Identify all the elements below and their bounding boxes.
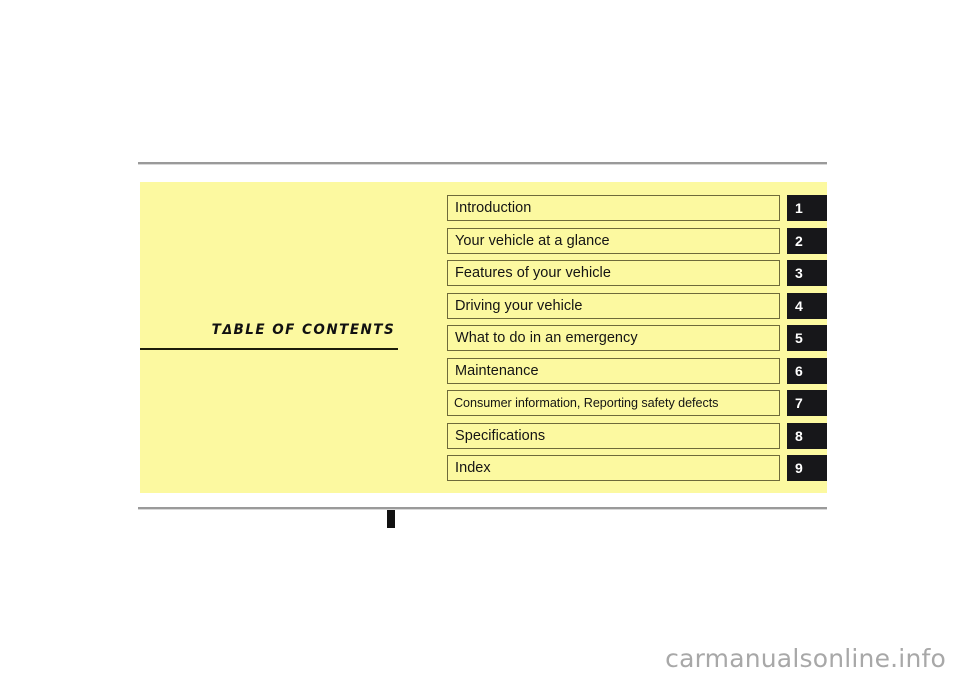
table-of-contents-panel: TΔBLE OF CONTENTS Introduction 1 Your ve… [140, 182, 827, 528]
toc-entry-label[interactable]: Features of your vehicle [447, 260, 780, 286]
toc-entry-label[interactable]: Maintenance [447, 357, 780, 384]
page-title-suffix: BLE OF CONTENTS [233, 322, 396, 338]
toc-entry-label[interactable]: Your vehicle at a glance [447, 227, 780, 254]
table-of-contents-list: Introduction 1 Your vehicle at a glance … [447, 195, 827, 481]
toc-entry-number[interactable]: 5 [787, 325, 827, 351]
page-rule-bottom [138, 507, 827, 509]
page-title: TΔBLE OF CONTENTS [158, 322, 398, 338]
list-item[interactable]: Index 9 [447, 455, 827, 481]
toc-entry-label[interactable]: Index [447, 455, 780, 481]
watermark: carmanualsonline.info [665, 644, 946, 673]
table-of-contents-heading-area: TΔBLE OF CONTENTS [140, 182, 398, 493]
toc-entry-number[interactable]: 7 [787, 390, 827, 416]
toc-entry-number[interactable]: 1 [787, 195, 827, 221]
list-item[interactable]: Features of your vehicle 3 [447, 260, 827, 286]
list-item[interactable]: Introduction 1 [447, 195, 827, 221]
toc-entry-label[interactable]: Introduction [447, 195, 780, 221]
toc-entry-number[interactable]: 6 [787, 357, 827, 384]
list-item[interactable]: Consumer information, Reporting safety d… [447, 390, 827, 416]
list-item[interactable]: Maintenance 6 [447, 357, 827, 384]
toc-entry-label[interactable]: What to do in an emergency [447, 325, 780, 351]
list-item[interactable]: What to do in an emergency 5 [447, 325, 827, 351]
toc-entry-number[interactable]: 3 [787, 260, 827, 286]
list-item[interactable]: Your vehicle at a glance 2 [447, 227, 827, 254]
toc-entry-number[interactable]: 8 [787, 422, 827, 449]
list-item[interactable]: Driving your vehicle 4 [447, 292, 827, 319]
toc-entry-number[interactable]: 4 [787, 292, 827, 319]
page-rule-top [138, 162, 827, 164]
toc-entry-label[interactable]: Consumer information, Reporting safety d… [447, 390, 780, 416]
page-title-underline [140, 348, 398, 350]
toc-entry-label[interactable]: Specifications [447, 422, 780, 449]
toc-entry-label[interactable]: Driving your vehicle [447, 292, 780, 319]
toc-entry-number[interactable]: 9 [787, 455, 827, 481]
toc-entry-number[interactable]: 2 [787, 227, 827, 254]
square-marker-icon [387, 509, 395, 528]
list-item[interactable]: Specifications 8 [447, 422, 827, 449]
